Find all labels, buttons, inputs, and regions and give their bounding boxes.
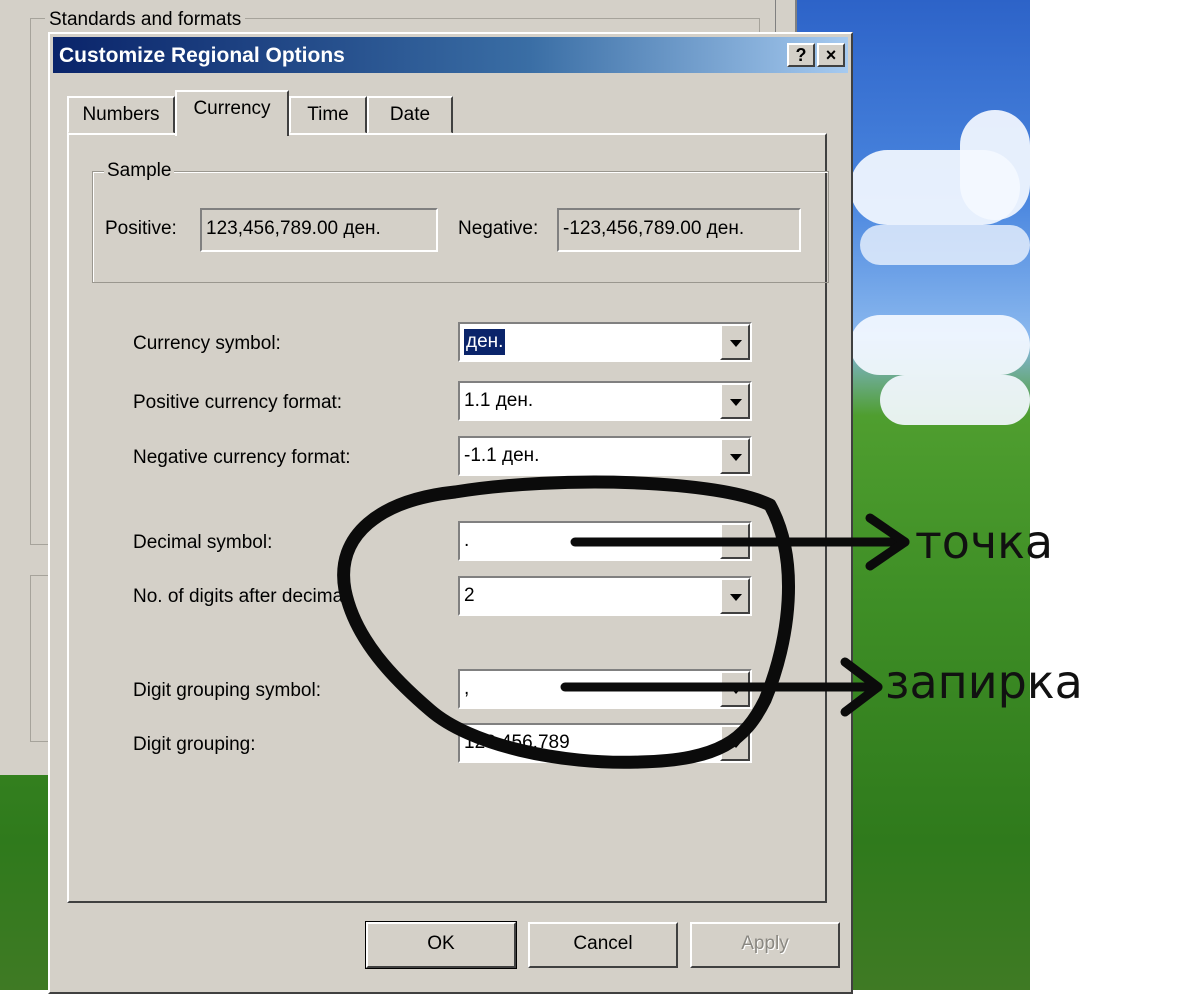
annotation-circle bbox=[337, 475, 795, 769]
annotation-grouping-note: запирка bbox=[885, 655, 1083, 709]
tab-currency[interactable]: Currency bbox=[175, 90, 289, 136]
hand-drawn-annotation bbox=[337, 475, 910, 769]
annotation-decimal-note: точка bbox=[915, 515, 1054, 569]
